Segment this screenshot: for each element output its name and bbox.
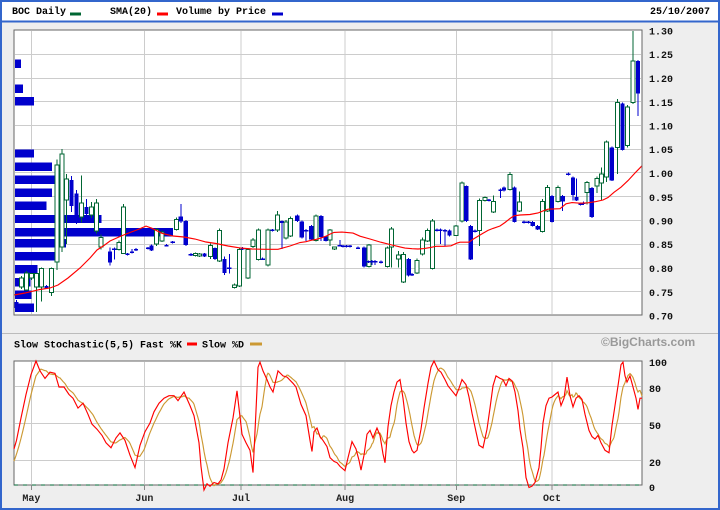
svg-text:1.25: 1.25 bbox=[649, 51, 673, 62]
svg-text:©BigCharts.com: ©BigCharts.com bbox=[601, 335, 695, 349]
svg-text:Sep: Sep bbox=[447, 494, 465, 505]
svg-text:Aug: Aug bbox=[336, 494, 354, 505]
svg-text:0.95: 0.95 bbox=[649, 194, 673, 205]
svg-text:Jun: Jun bbox=[135, 494, 153, 505]
svg-text:0: 0 bbox=[649, 484, 655, 495]
svg-text:0.85: 0.85 bbox=[649, 241, 673, 252]
svg-text:20: 20 bbox=[649, 459, 661, 470]
svg-text:50: 50 bbox=[649, 422, 661, 433]
svg-text:1.15: 1.15 bbox=[649, 99, 673, 110]
svg-text:Slow %D: Slow %D bbox=[202, 340, 244, 352]
svg-text:BOC Daily: BOC Daily bbox=[12, 6, 66, 18]
svg-text:1.05: 1.05 bbox=[649, 146, 673, 157]
svg-text:Volume by Price: Volume by Price bbox=[176, 6, 266, 18]
svg-text:May: May bbox=[22, 494, 40, 505]
svg-text:1.00: 1.00 bbox=[649, 170, 673, 181]
svg-text:0.90: 0.90 bbox=[649, 218, 673, 229]
svg-text:Slow Stochastic(5,5) Fast %K: Slow Stochastic(5,5) Fast %K bbox=[14, 340, 182, 352]
svg-text:1.10: 1.10 bbox=[649, 123, 673, 134]
svg-text:0.75: 0.75 bbox=[649, 289, 673, 300]
svg-text:Jul: Jul bbox=[232, 493, 250, 505]
svg-text:0.80: 0.80 bbox=[649, 265, 673, 276]
svg-text:25/10/2007: 25/10/2007 bbox=[650, 6, 710, 18]
svg-text:0.70: 0.70 bbox=[649, 313, 673, 324]
svg-text:1.20: 1.20 bbox=[649, 75, 673, 86]
svg-text:80: 80 bbox=[649, 385, 661, 396]
svg-text:1.30: 1.30 bbox=[649, 28, 673, 39]
svg-text:100: 100 bbox=[649, 359, 667, 370]
svg-text:SMA(20): SMA(20) bbox=[110, 6, 152, 18]
svg-text:Oct: Oct bbox=[543, 494, 561, 505]
